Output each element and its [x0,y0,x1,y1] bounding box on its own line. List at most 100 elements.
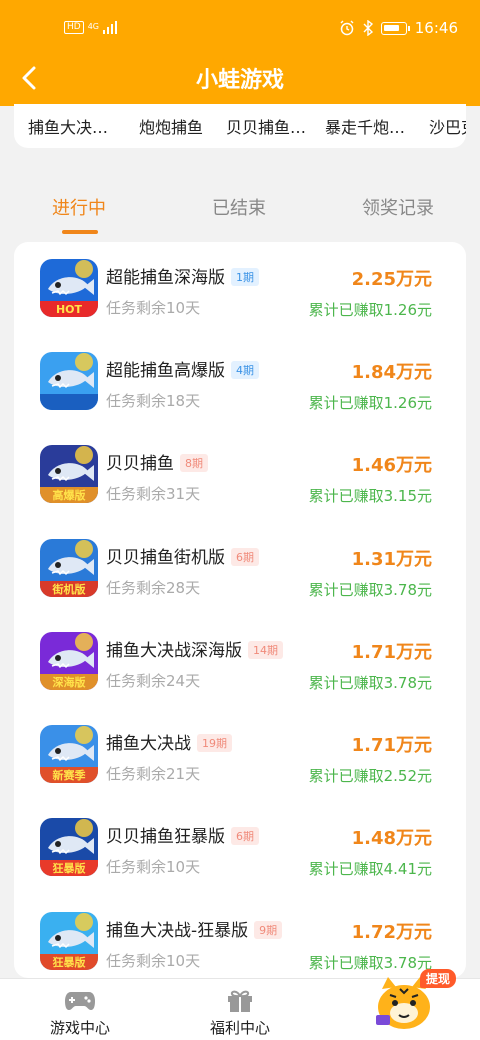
game-task-row[interactable]: HOT 超能捕鱼深海版 1期任务剩余10天 2.25万元累计已赚取1.26元 [14,245,466,338]
withdraw-badge[interactable]: 提现 [420,969,457,988]
page-title: 小蛙游戏 [195,68,284,93]
period-badge: 1期 [231,268,259,286]
gamepad-icon [65,992,95,1010]
game-name: 贝贝捕鱼街机版 6期 [106,543,259,568]
game-icon-label: 高爆版 [53,488,86,502]
earned-amount: 累计已赚取2.52元 [308,767,432,785]
reward-amount: 2.25万元 [351,269,432,290]
game-task-row[interactable]: 深海版 捕鱼大决战深海版 14期任务剩余24天 1.71万元累计已赚取3.78元 [14,618,466,711]
status-left: HD 4G [64,20,117,34]
game-icon: 狂暴版 [40,912,98,970]
category-item[interactable]: 炮炮捕鱼 [139,114,203,138]
nav-game-center[interactable]: 游戏中心 [20,987,140,1038]
status-right: 16:46 [339,19,458,37]
game-title: 捕鱼大决战 [106,734,191,754]
game-title: 捕鱼大决战-狂暴版 [106,921,249,941]
reward-amount: 1.84万元 [351,362,432,383]
days-remaining: 任务剩余10天 [106,858,201,876]
nav-welfare-center[interactable]: 福利中心 [180,987,300,1038]
earned-amount: 累计已赚取3.78元 [308,674,432,692]
reward-amount: 1.46万元 [351,455,432,476]
game-name: 捕鱼大决战-狂暴版 9期 [106,916,283,941]
game-name: 贝贝捕鱼狂暴版 6期 [106,822,259,847]
signal-icon [103,20,117,34]
gift-icon [228,990,252,1012]
game-title: 贝贝捕鱼 [106,454,174,474]
game-task-row[interactable]: 狂暴版 贝贝捕鱼狂暴版 6期任务剩余10天 1.48万元累计已赚取4.41元 [14,804,466,897]
game-title: 超能捕鱼深海版 [106,268,225,288]
period-badge: 6期 [231,827,259,845]
days-remaining: 任务剩余10天 [106,299,201,317]
reward-amount: 1.71万元 [351,735,432,756]
period-badge: 8期 [180,454,208,472]
status-bar: HD 4G 16:46 [0,18,480,42]
category-item[interactable]: 暴走千炮… [325,114,405,138]
game-title: 捕鱼大决战深海版 [106,641,242,661]
game-title: 贝贝捕鱼街机版 [106,548,225,568]
category-strip: 捕鱼大决… 炮炮捕鱼 贝贝捕鱼… 暴走千炮… 沙巴克 [14,104,466,148]
game-icon-label: 街机版 [52,582,86,596]
period-badge: 9期 [254,921,283,939]
reward-amount: 1.71万元 [351,642,432,663]
game-icon-label: 深海版 [53,675,86,689]
game-task-row[interactable]: 高爆版 贝贝捕鱼 8期任务剩余31天 1.46万元累计已赚取3.15元 [14,431,466,524]
game-icon: 高爆版 [40,445,98,503]
days-remaining: 任务剩余21天 [106,765,201,783]
reward-amount: 1.48万元 [351,828,432,849]
game-name: 超能捕鱼高爆版 4期 [106,356,259,381]
game-icon: 街机版 [40,539,98,597]
days-remaining: 任务剩余18天 [106,392,201,410]
game-icon-label: 狂暴版 [53,861,86,875]
reward-amount: 1.72万元 [351,922,432,943]
tab-in-progress[interactable]: 进行中 [52,194,106,220]
category-item[interactable]: 贝贝捕鱼… [226,114,306,138]
nav-bar: 小蛙游戏 [0,58,480,98]
earned-amount: 累计已赚取1.26元 [308,394,432,412]
game-icon: 狂暴版 [40,818,98,876]
earned-amount: 累计已赚取4.41元 [308,860,432,878]
game-task-row[interactable]: 超能捕鱼高爆版 4期任务剩余18天 1.84万元累计已赚取1.26元 [14,338,466,431]
bottom-nav: 游戏中心 福利中心 提现 [0,969,480,1040]
game-task-list: HOT 超能捕鱼深海版 1期 任务剩余10天 2.25万元 累计已赚取1.26元 超能捕鱼高… [14,242,466,978]
game-name: 超能捕鱼深海版 1期 [106,263,259,288]
game-name: 捕鱼大决战深海版 14期 [106,636,283,661]
game-icon: 新赛季 [40,725,98,783]
game-name: 捕鱼大决战 19期 [106,729,232,754]
game-icon [40,352,98,410]
game-task-row[interactable]: 新赛季 捕鱼大决战 19期任务剩余21天 1.71万元累计已赚取2.52元 [14,711,466,804]
tab-bar: 进行中 已结束 领奖记录 [0,190,480,240]
days-remaining: 任务剩余24天 [106,672,201,690]
game-title: 贝贝捕鱼狂暴版 [106,827,225,847]
game-task-row[interactable]: 街机版 贝贝捕鱼街机版 6期任务剩余28天 1.31万元累计已赚取3.78元 [14,525,466,618]
period-badge: 4期 [231,361,259,379]
hd-badge: HD [64,20,84,34]
earned-amount: 累计已赚取3.78元 [308,581,432,599]
category-item[interactable]: 捕鱼大决… [28,114,108,138]
bluetooth-icon [363,20,373,36]
game-task-row[interactable]: 狂暴版 捕鱼大决战-狂暴版 9期 任务剩余10天 1.72万元 累计已赚取3.78元 [14,898,466,978]
nav-label: 福利中心 [209,1019,270,1037]
period-badge: 14期 [248,641,283,659]
nav-label: 游戏中心 [49,1019,110,1037]
days-remaining: 任务剩余10天 [106,952,201,970]
game-icon-label: 新赛季 [53,768,87,782]
earned-amount: 累计已赚取1.26元 [308,301,432,319]
game-icon: HOT [40,259,98,317]
game-icon: 深海版 [40,632,98,690]
period-badge: 6期 [231,548,259,566]
reward-amount: 1.31万元 [351,549,432,570]
network-type: 4G [87,22,99,31]
tab-finished[interactable]: 已结束 [212,194,266,220]
app-header: HD 4G 16:46 小蛙游戏 [0,0,480,106]
alarm-icon [340,20,354,36]
status-time: 16:46 [414,19,458,37]
tab-reward-records[interactable]: 领奖记录 [362,194,434,220]
category-item[interactable]: 沙巴克 [429,114,466,138]
game-icon-label: 狂暴版 [53,955,86,969]
game-name: 贝贝捕鱼 8期 [106,449,208,474]
game-icon-label: HOT [56,303,83,316]
tab-indicator [62,230,98,234]
days-remaining: 任务剩余31天 [106,485,201,503]
earned-amount: 累计已赚取3.15元 [308,487,432,505]
days-remaining: 任务剩余28天 [106,579,201,597]
